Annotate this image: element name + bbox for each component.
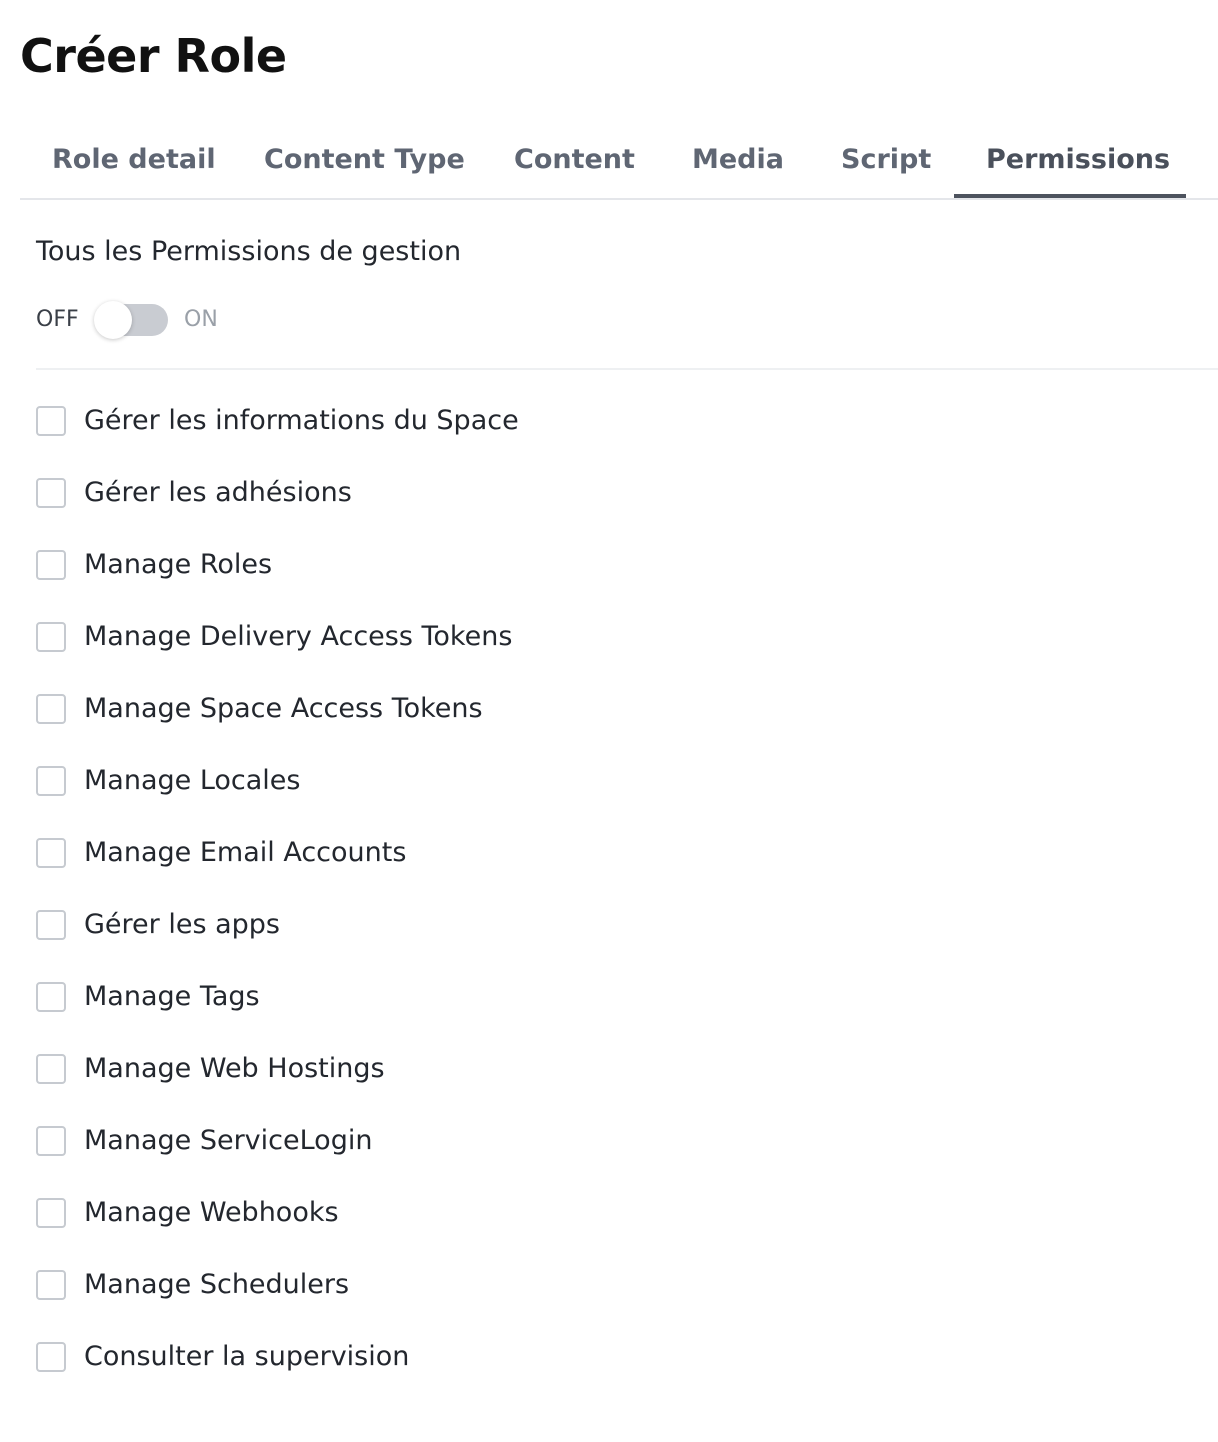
permission-item-tags[interactable]: Manage Tags bbox=[36, 980, 1186, 1052]
permission-item-service-login[interactable]: Manage ServiceLogin bbox=[36, 1124, 1186, 1196]
permission-checkbox[interactable] bbox=[36, 766, 66, 796]
toggle-on-label: ON bbox=[184, 307, 218, 332]
permission-label: Manage Web Hostings bbox=[84, 1053, 385, 1084]
tab-media[interactable]: Media bbox=[692, 124, 784, 198]
permission-item-webhooks[interactable]: Manage Webhooks bbox=[36, 1196, 1186, 1268]
permission-item-space-info[interactable]: Gérer les informations du Space bbox=[36, 404, 1186, 476]
permission-label: Manage Tags bbox=[84, 981, 260, 1012]
permission-checkbox[interactable] bbox=[36, 1270, 66, 1300]
permission-label: Gérer les informations du Space bbox=[84, 405, 519, 436]
active-tab-indicator bbox=[954, 194, 1186, 198]
permission-label: Manage Delivery Access Tokens bbox=[84, 621, 513, 652]
page-title: Créer Role bbox=[20, 29, 287, 83]
permission-item-web-hostings[interactable]: Manage Web Hostings bbox=[36, 1052, 1186, 1124]
tab-content-type[interactable]: Content Type bbox=[264, 124, 465, 198]
permission-item-email-accounts[interactable]: Manage Email Accounts bbox=[36, 836, 1186, 908]
permission-checkbox[interactable] bbox=[36, 1342, 66, 1372]
permission-item-schedulers[interactable]: Manage Schedulers bbox=[36, 1268, 1186, 1340]
permission-item-locales[interactable]: Manage Locales bbox=[36, 764, 1186, 836]
tab-content[interactable]: Content bbox=[514, 124, 635, 198]
permission-label: Manage Schedulers bbox=[84, 1269, 350, 1300]
permission-label: Manage Webhooks bbox=[84, 1197, 339, 1228]
permission-item-space-tokens[interactable]: Manage Space Access Tokens bbox=[36, 692, 1186, 764]
permission-label: Manage Roles bbox=[84, 549, 273, 580]
permission-item-memberships[interactable]: Gérer les adhésions bbox=[36, 476, 1186, 548]
permission-label: Manage ServiceLogin bbox=[84, 1125, 373, 1156]
role-tabs: Role detail Content Type Content Media S… bbox=[20, 124, 1218, 200]
permission-label: Manage Locales bbox=[84, 765, 301, 796]
permission-label: Gérer les apps bbox=[84, 909, 280, 940]
permission-checkbox[interactable] bbox=[36, 910, 66, 940]
all-permissions-toggle[interactable] bbox=[94, 301, 168, 339]
all-permissions-toggle-row: OFF ON bbox=[36, 298, 336, 342]
permission-checkbox[interactable] bbox=[36, 478, 66, 508]
section-divider bbox=[36, 368, 1218, 370]
permission-checkbox[interactable] bbox=[36, 1198, 66, 1228]
toggle-knob bbox=[94, 301, 132, 339]
permission-item-delivery-tokens[interactable]: Manage Delivery Access Tokens bbox=[36, 620, 1186, 692]
permission-item-supervision[interactable]: Consulter la supervision bbox=[36, 1340, 1186, 1412]
permission-checkbox[interactable] bbox=[36, 1054, 66, 1084]
all-management-permissions-label: Tous les Permissions de gestion bbox=[36, 236, 462, 267]
permission-label: Gérer les adhésions bbox=[84, 477, 352, 508]
permission-label: Manage Email Accounts bbox=[84, 837, 407, 868]
tab-permissions[interactable]: Permissions bbox=[986, 124, 1170, 198]
permission-checkbox[interactable] bbox=[36, 838, 66, 868]
permission-checkbox[interactable] bbox=[36, 1126, 66, 1156]
permission-label: Manage Space Access Tokens bbox=[84, 693, 483, 724]
permission-checkbox[interactable] bbox=[36, 550, 66, 580]
permission-list: Gérer les informations du Space Gérer le… bbox=[36, 404, 1186, 1412]
toggle-off-label: OFF bbox=[36, 307, 79, 332]
permission-item-apps[interactable]: Gérer les apps bbox=[36, 908, 1186, 980]
permission-label: Consulter la supervision bbox=[84, 1341, 410, 1372]
tab-role-detail[interactable]: Role detail bbox=[52, 124, 216, 198]
permission-checkbox[interactable] bbox=[36, 622, 66, 652]
tab-script[interactable]: Script bbox=[841, 124, 931, 198]
permission-checkbox[interactable] bbox=[36, 406, 66, 436]
permission-item-roles[interactable]: Manage Roles bbox=[36, 548, 1186, 620]
permission-checkbox[interactable] bbox=[36, 982, 66, 1012]
permission-checkbox[interactable] bbox=[36, 694, 66, 724]
